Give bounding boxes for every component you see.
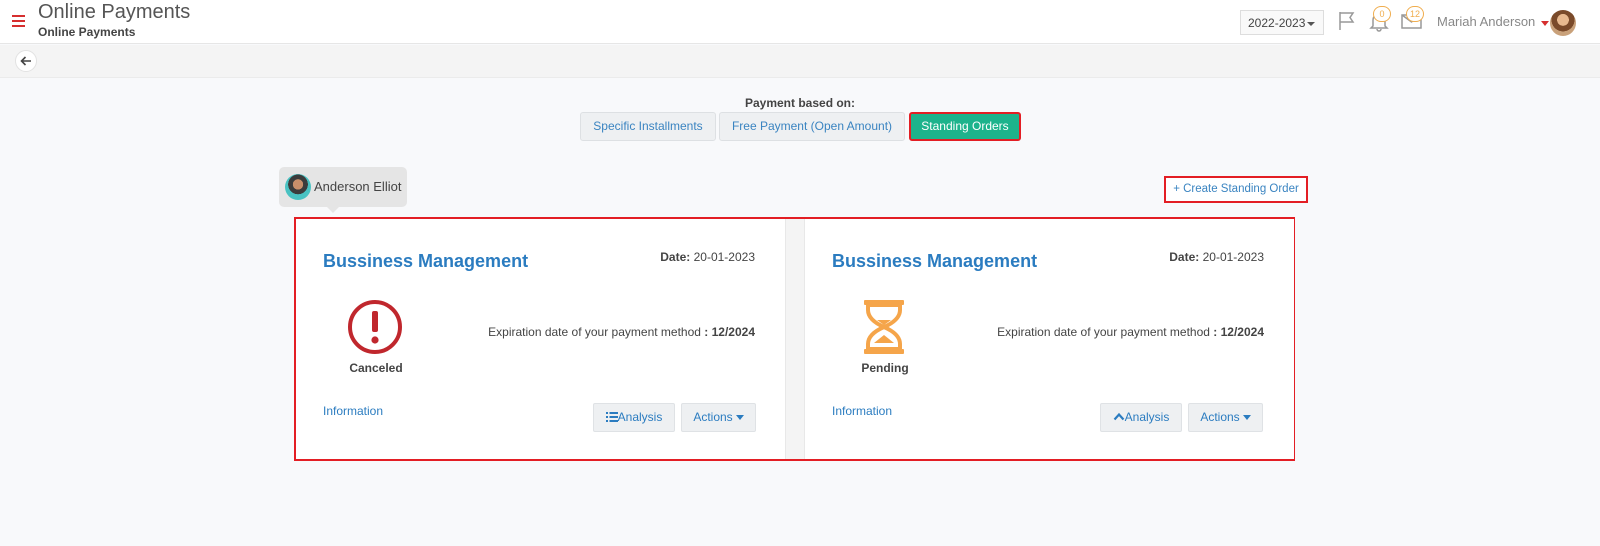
payment-type-label: Payment based on:	[744, 96, 856, 110]
back-button[interactable]	[15, 50, 37, 72]
standing-orders-list: Bussiness Management Date: 20-01-2023 Ca…	[294, 217, 1295, 461]
toolbar	[0, 45, 1600, 78]
school-year-select[interactable]: 2022-2023	[1240, 10, 1324, 35]
analysis-button[interactable]: Analysis	[1100, 403, 1182, 432]
student-name: Anderson Elliot	[314, 179, 402, 194]
messages-badge: 12	[1406, 6, 1425, 22]
hourglass-icon	[855, 298, 913, 356]
analysis-label: Analysis	[617, 410, 663, 424]
status-label: Canceled	[349, 361, 403, 375]
tab-free-payment[interactable]: Free Payment (Open Amount)	[719, 112, 905, 141]
analysis-button[interactable]: Analysis	[593, 403, 675, 432]
standing-order-card: Bussiness Management Date: 20-01-2023 Ca…	[296, 219, 785, 459]
school-year-value: 2022-2023	[1248, 16, 1306, 30]
page-title: Online Payments	[38, 1, 191, 23]
actions-label: Actions	[693, 410, 733, 424]
order-title[interactable]: Bussiness Management	[832, 251, 1037, 272]
order-date: Date: 20-01-2023	[1169, 250, 1264, 264]
order-title[interactable]: Bussiness Management	[323, 251, 528, 272]
actions-button[interactable]: Actions	[681, 403, 756, 432]
information-link[interactable]: Information	[832, 404, 892, 418]
chevron-up-icon	[1113, 412, 1124, 421]
notifications-badge: 0	[1373, 6, 1391, 22]
tab-specific-installments[interactable]: Specific Installments	[580, 112, 716, 141]
student-avatar	[285, 174, 311, 200]
caret-down-icon	[735, 415, 744, 421]
analysis-label: Analysis	[1124, 410, 1170, 424]
status-label: Pending	[861, 361, 909, 375]
exclamation-circle-icon	[346, 298, 404, 356]
student-selector[interactable]: Anderson Elliot	[279, 167, 407, 213]
create-standing-order-button[interactable]: + Create Standing Order	[1164, 176, 1308, 203]
user-name[interactable]: Mariah Anderson	[1437, 14, 1535, 29]
top-bar: Online Payments Online Payments 2022-202…	[0, 0, 1600, 44]
information-link[interactable]: Information	[323, 404, 383, 418]
order-date: Date: 20-01-2023	[660, 250, 755, 264]
arrow-left-icon	[20, 56, 31, 66]
standing-order-card: Bussiness Management Date: 20-01-2023 Pe…	[805, 219, 1294, 459]
actions-label: Actions	[1200, 410, 1240, 424]
menu-icon[interactable]	[12, 15, 25, 27]
flag-icon[interactable]	[1336, 10, 1358, 37]
page-subtitle: Online Payments	[38, 25, 136, 39]
expiry-info: Expiration date of your payment method :…	[488, 325, 755, 339]
caret-down-icon[interactable]	[1541, 21, 1549, 26]
card-divider	[785, 219, 805, 459]
avatar[interactable]	[1550, 10, 1576, 36]
actions-button[interactable]: Actions	[1188, 403, 1263, 432]
list-icon	[605, 412, 618, 422]
caret-down-icon	[1242, 415, 1251, 421]
expiry-info: Expiration date of your payment method :…	[997, 325, 1264, 339]
tab-standing-orders[interactable]: Standing Orders	[909, 112, 1021, 141]
chevron-down-icon	[1307, 22, 1315, 26]
